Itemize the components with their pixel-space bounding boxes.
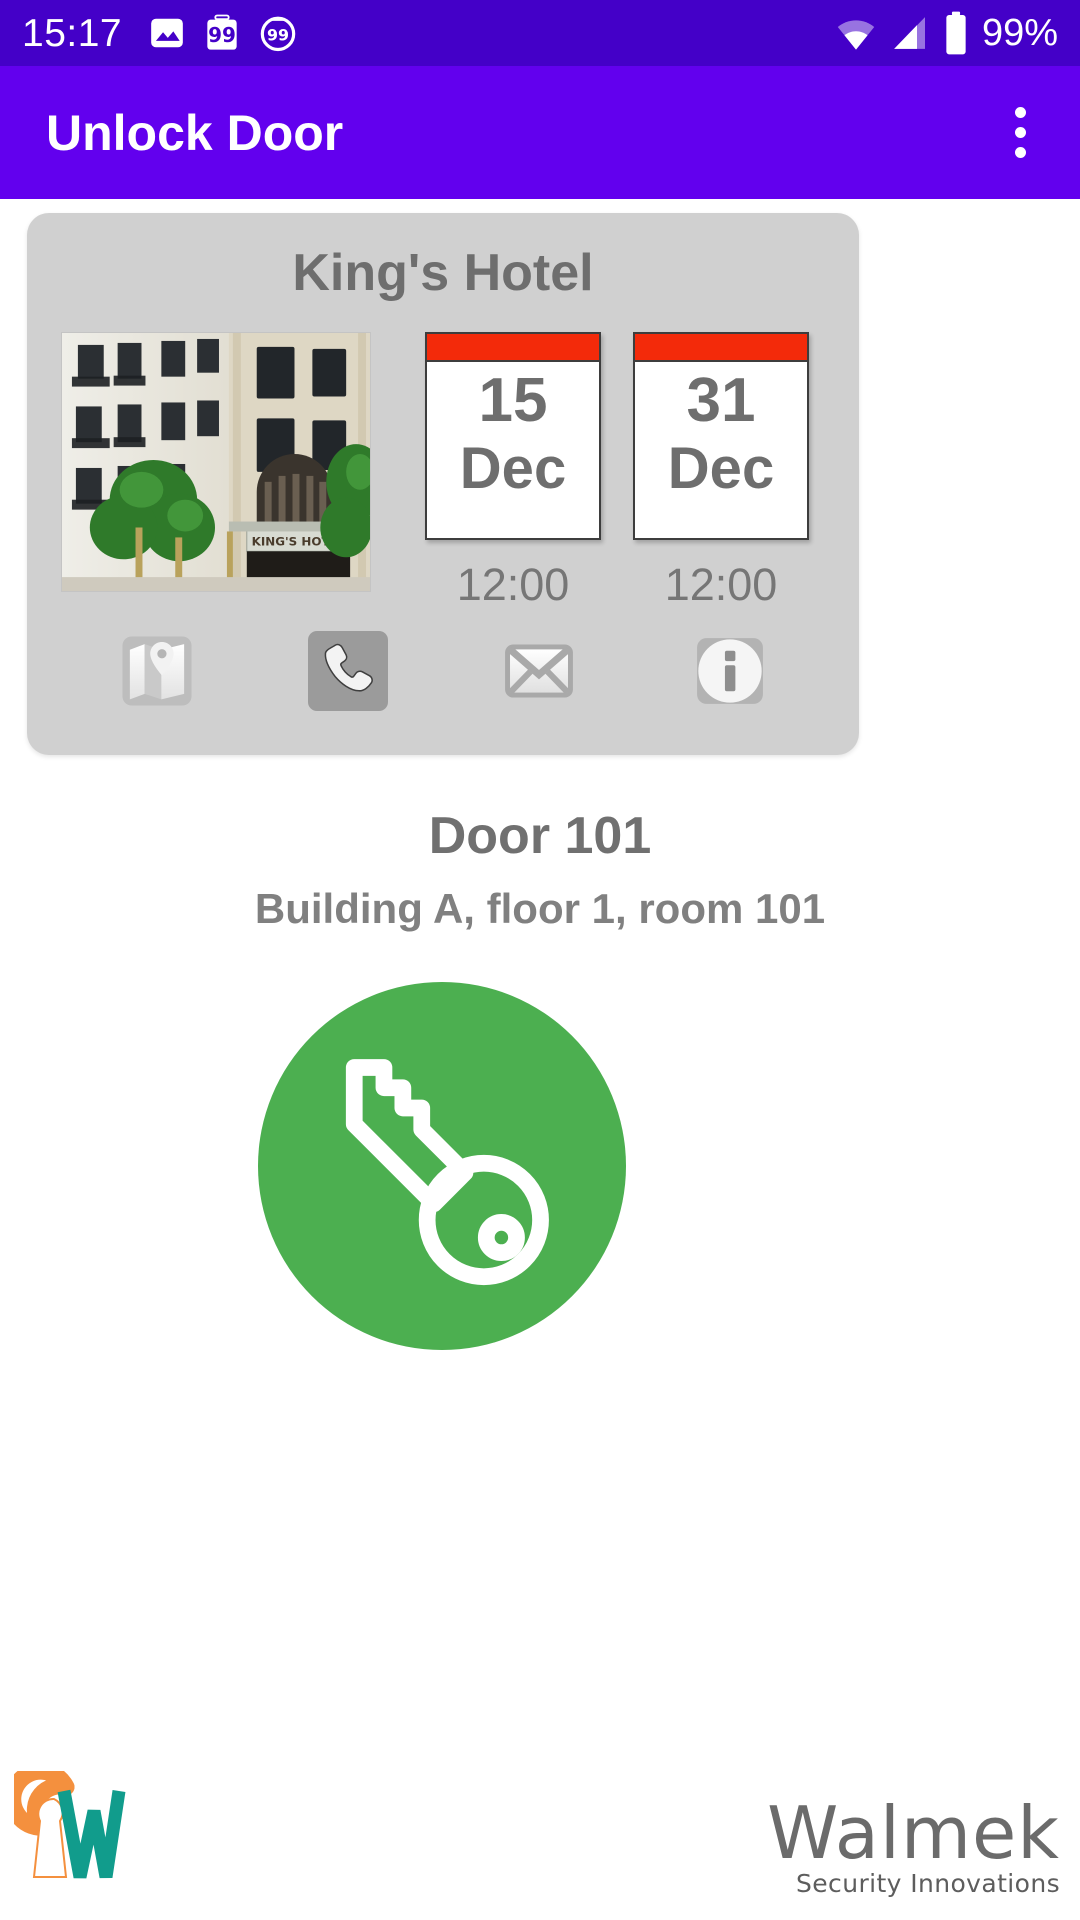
overflow-dot-icon	[1015, 147, 1026, 158]
key-icon	[345, 1059, 549, 1286]
status-system-icons: 99%	[835, 11, 1058, 55]
brand-tagline: Security Innovations	[796, 1869, 1060, 1898]
overflow-dot-icon	[1015, 107, 1026, 118]
info-button[interactable]	[690, 631, 770, 711]
checkout-day: 31	[686, 366, 756, 436]
cellular-signal-icon	[894, 17, 925, 49]
call-button[interactable]	[307, 631, 388, 711]
battery-percent-label: 99%	[981, 12, 1058, 54]
checkin-day: 15	[478, 366, 548, 436]
unlock-door-button[interactable]	[258, 982, 626, 1350]
checkin-calendar-icon: 15 Dec	[425, 332, 601, 541]
hotel-actions	[61, 631, 825, 711]
status-notification-icons: 99 99	[148, 13, 298, 53]
map-button[interactable]	[117, 631, 197, 711]
status-clock: 15:17	[22, 11, 123, 55]
checkout-calendar-icon: 31 Dec	[633, 332, 809, 541]
door-subtitle: Building A, floor 1, room 101	[254, 885, 826, 932]
image-icon	[151, 18, 183, 48]
wifi-icon	[837, 20, 875, 50]
hotel-name: King's Hotel	[292, 244, 594, 302]
overflow-dot-icon	[1015, 127, 1026, 138]
map-icon	[121, 636, 192, 706]
brand-name: Walmek	[767, 1790, 1060, 1875]
hotel-card-row: KING'S HOTEL 15 Dec 12:00 31 Dec 12:00	[27, 332, 859, 607]
hotel-photo-image: KING'S HOTEL	[62, 333, 370, 592]
svg-text:99: 99	[267, 26, 289, 45]
badge-99-square-icon: 99	[207, 14, 237, 50]
walmek-keyhole-w-logo	[4, 1762, 154, 1896]
phone-icon	[324, 643, 373, 692]
email-button[interactable]	[499, 631, 579, 711]
checkin-block: 15 Dec 12:00	[409, 332, 617, 607]
calendar-header-bar	[427, 334, 599, 363]
status-bar: 15:17 99 99 99%	[0, 0, 1080, 66]
walmek-logo-icon	[4, 1762, 126, 1879]
overflow-menu-button[interactable]	[1005, 97, 1036, 168]
calendar-header-bar	[635, 334, 807, 363]
battery-icon	[946, 11, 966, 55]
door-title: Door 101	[428, 807, 652, 865]
footer: Walmek Security Innovations	[0, 1760, 1080, 1920]
hotel-photo[interactable]: KING'S HOTEL	[61, 332, 371, 593]
checkout-block: 31 Dec 12:00	[617, 332, 825, 607]
checkin-month: Dec	[459, 436, 567, 502]
checkin-time: 12:00	[456, 559, 570, 611]
page-title: Unlock Door	[46, 104, 344, 161]
checkout-time: 12:00	[664, 559, 778, 611]
brand-wordmark: Walmek Security Innovations	[767, 1790, 1060, 1898]
hotel-card: King's Hotel KING'S HOTEL 15 Dec 12:00 3…	[27, 213, 859, 755]
checkout-month: Dec	[667, 436, 775, 502]
email-icon	[504, 644, 573, 698]
info-icon	[696, 638, 763, 704]
app-bar: Unlock Door	[0, 66, 1080, 199]
svg-text:99: 99	[208, 23, 236, 47]
badge-99-circle-icon: 99	[260, 16, 296, 52]
